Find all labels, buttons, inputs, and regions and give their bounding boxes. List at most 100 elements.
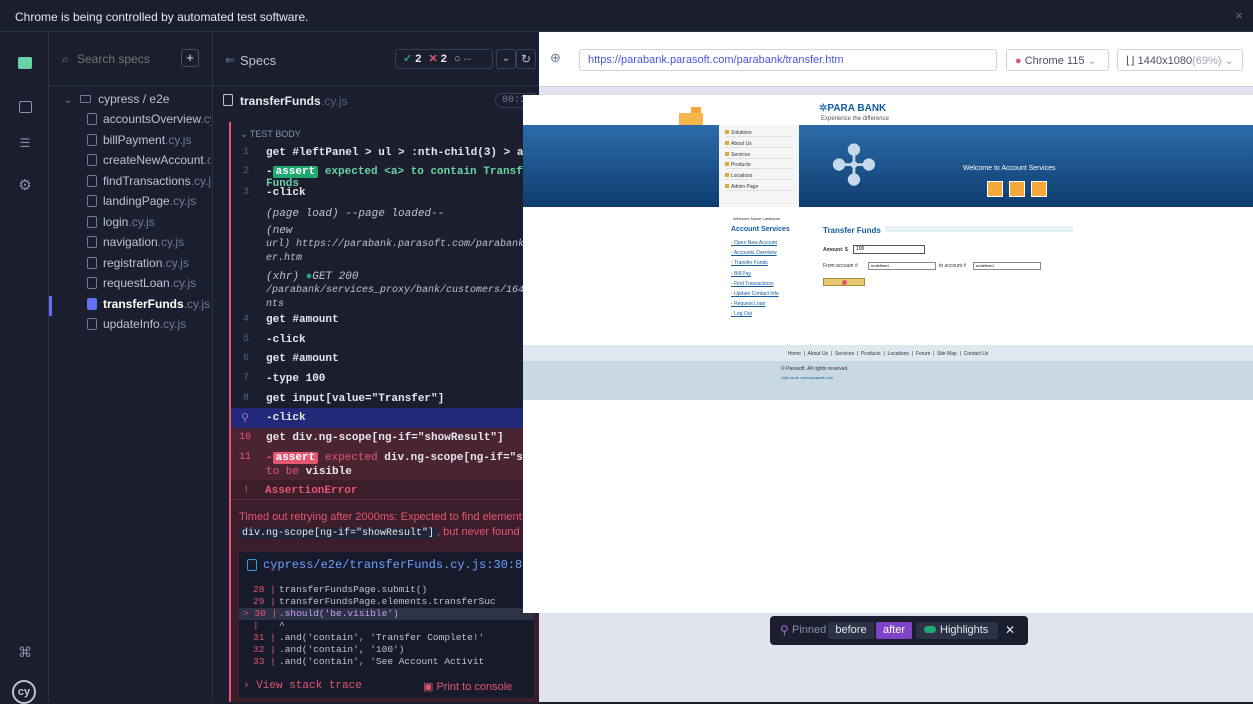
account-service-link[interactable]: • Find Transactions: [731, 281, 774, 287]
account-service-link[interactable]: • Log Out: [731, 311, 752, 317]
url-bar[interactable]: https://parabank.parasoft.com/parabank/t…: [579, 49, 997, 71]
about-icon[interactable]: [1009, 181, 1025, 197]
brand-name: PARA BANK: [827, 103, 887, 114]
folder-row[interactable]: ⌄ cypress / e2e: [64, 92, 169, 106]
spec-item[interactable]: landingPage.cy.js: [87, 194, 211, 214]
print-to-console-button[interactable]: ▣ Print to console: [423, 680, 512, 693]
command-row[interactable]: 3 -click: [213, 187, 539, 205]
service-label: Bill Pay: [734, 270, 751, 277]
command-row[interactable]: (page load) --page loaded--: [213, 208, 539, 226]
failed-icon: ✕: [428, 53, 438, 65]
spec-name: login: [103, 214, 129, 229]
spec-item[interactable]: updateInfo.cy.js: [87, 317, 211, 337]
spec-item[interactable]: accountsOverview.cy...: [87, 112, 211, 132]
welcome-banner-text: Welcome to Account Services: [963, 165, 1056, 172]
account-service-link[interactable]: • Accounts Overview: [731, 250, 777, 256]
command-row[interactable]: 7 -type 100: [213, 373, 539, 391]
specs-nav-icon[interactable]: [15, 54, 35, 74]
runs-nav-icon[interactable]: [15, 98, 35, 118]
command-text: -click: [266, 187, 306, 199]
account-service-link[interactable]: • Open New Account: [731, 240, 777, 246]
from-account-select[interactable]: undefined: [868, 262, 936, 270]
browser-selector[interactable]: ● Chrome 115 ⌄: [1006, 49, 1109, 71]
account-service-link[interactable]: • Bill Pay: [731, 271, 751, 277]
command-row[interactable]: 1 get #leftPanel > ul > :nth-child(3) > a: [213, 147, 539, 165]
settings-gear-icon[interactable]: ⚙: [15, 176, 35, 196]
spec-item[interactable]: requestLoan.cy.js: [87, 276, 211, 296]
command-text: get #amount: [266, 314, 339, 326]
header-menu-item[interactable]: Products: [725, 162, 793, 170]
command-text: -click: [266, 334, 306, 346]
spec-item[interactable]: billPayment.cy.js: [87, 133, 211, 153]
spec-name: navigation: [103, 235, 158, 249]
file-icon: [247, 559, 257, 571]
header-menu-item[interactable]: Services: [725, 151, 793, 159]
command-row[interactable]: 6 get #amount: [213, 353, 539, 371]
browser-label: Chrome 115: [1024, 55, 1085, 67]
keyboard-shortcuts-icon[interactable]: ⌘: [15, 644, 35, 664]
command-row[interactable]: 2- assert expected <a> to contain Transfe…: [213, 166, 539, 190]
rerun-icon[interactable]: ↻: [516, 49, 536, 69]
header-menu-item[interactable]: Admin Page: [725, 184, 793, 191]
failed-command-row[interactable]: 10get div.ng-scope[ng-if="showResult"]0: [231, 428, 539, 448]
command-text: -click: [266, 412, 306, 424]
footer-links[interactable]: Home | About Us | Services | Products | …: [523, 351, 1253, 357]
logo-block-icon: [679, 113, 703, 125]
parabank-logo[interactable]: ✲PARA BANK: [819, 103, 886, 114]
code-line-number: |: [253, 620, 259, 631]
after-button[interactable]: after: [876, 622, 912, 639]
account-service-link[interactable]: • Request Loan: [731, 301, 765, 307]
test-body-header[interactable]: ⌄ TEST BODY: [240, 129, 301, 140]
to-account-select[interactable]: undefined: [973, 262, 1041, 270]
selector-playground-icon[interactable]: ⊕: [550, 50, 561, 66]
line-number: 5: [243, 334, 250, 345]
viewport-selector[interactable]: ⌊⌋ 1440x1080(69%) ⌄: [1117, 49, 1243, 71]
spec-ext: .cy.js: [162, 255, 189, 270]
header-menu-item[interactable]: Solutions: [725, 130, 793, 137]
command-row[interactable]: (new url) https://parabank.parasoft.com/…: [213, 225, 539, 275]
spec-item[interactable]: navigation.cy.js: [87, 235, 211, 255]
highlights-toggle[interactable]: Highlights: [916, 622, 998, 639]
folder-icon: [79, 95, 91, 103]
account-service-link[interactable]: • Transfer Funds: [731, 260, 768, 266]
home-icon[interactable]: [987, 181, 1003, 197]
failed-assert-row[interactable]: 11 - assert expected div.ng-scope[ng-if="…: [231, 448, 539, 480]
pinned-command-row[interactable]: ⚲ -click: [231, 408, 539, 428]
spec-item[interactable]: login.cy.js: [87, 215, 211, 235]
header-menu-item[interactable]: Locations: [725, 173, 793, 181]
before-button[interactable]: before: [828, 622, 874, 639]
spec-item[interactable]: registration.cy.js: [87, 256, 211, 276]
error-message-line: Timed out retrying after 2000ms: Expecte…: [239, 511, 525, 523]
spec-ext: .cy.js: [169, 194, 197, 208]
contact-icon[interactable]: [1031, 181, 1047, 197]
transfer-button[interactable]: [823, 278, 865, 286]
debug-nav-icon[interactable]: ☰: [15, 136, 35, 156]
spec-name: requestLoan: [103, 276, 170, 290]
viewport-scale: (69%): [1192, 55, 1222, 67]
line-number: 6: [243, 353, 250, 364]
command-row[interactable]: 5 -click: [213, 334, 539, 352]
xhr-url-1: /parabank/services_proxy/bank/customers/…: [266, 285, 539, 296]
spec-item[interactable]: findTransactions.cy.js: [87, 174, 211, 194]
code-frame-file-link[interactable]: cypress/e2e/transferFunds.cy.js:30:8: [263, 558, 522, 572]
assert-visible: visible: [305, 466, 352, 478]
menu-label: Services: [731, 151, 751, 158]
chevron-down-icon[interactable]: ⌄: [496, 49, 516, 69]
add-spec-button[interactable]: +: [181, 49, 199, 67]
banner-close-icon[interactable]: ×: [1235, 8, 1243, 23]
spec-item[interactable]: transferFunds.cy.js: [87, 297, 211, 317]
command-text: get #amount: [266, 353, 339, 365]
url-text-3: er.htm: [266, 253, 303, 264]
command-row[interactable]: 4 get #amount: [213, 314, 539, 332]
spec-item[interactable]: createNewAccount.c...: [87, 153, 211, 173]
close-icon[interactable]: ✕: [1005, 623, 1015, 637]
search-specs-input[interactable]: [77, 50, 177, 68]
amount-input[interactable]: 100: [853, 245, 925, 254]
account-service-link[interactable]: • Update Contact Info: [731, 291, 779, 297]
visit-link[interactable]: Visit us at: www.parasoft.com: [781, 375, 833, 380]
collapse-specs-icon[interactable]: ⇐: [225, 53, 235, 67]
cypress-logo-icon[interactable]: cy: [12, 680, 36, 704]
header-menu-item[interactable]: About Us: [725, 140, 793, 148]
pinned-snapshot-bar: ⚲ Pinned before after Highlights ✕: [770, 616, 1028, 645]
view-stack-trace-button[interactable]: › View stack trace: [243, 680, 362, 692]
